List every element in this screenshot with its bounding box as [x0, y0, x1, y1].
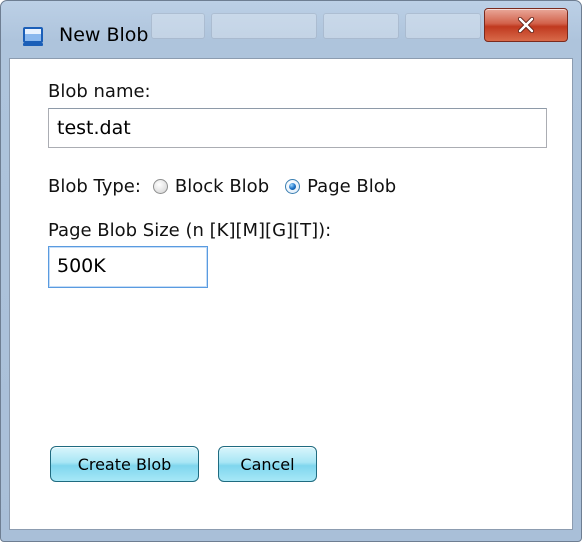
cancel-button[interactable]: Cancel	[218, 446, 317, 482]
close-x-icon	[517, 17, 535, 33]
title-bar[interactable]: New Blob	[1, 1, 581, 57]
new-blob-dialog: New Blob Blob name: test.dat Blob Type: …	[0, 0, 582, 542]
blob-type-group: Blob Type: Block Blob Page Blob	[48, 171, 396, 201]
radio-checked-icon	[285, 178, 301, 194]
background-toolbar-ghost	[323, 13, 399, 39]
blob-name-input[interactable]: test.dat	[48, 108, 547, 148]
blob-name-label: Blob name:	[48, 81, 151, 102]
background-toolbar-ghost	[151, 13, 205, 39]
radio-unchecked-icon	[152, 178, 168, 194]
window-icon	[23, 27, 43, 46]
radio-block-blob-label: Block Blob	[174, 175, 270, 197]
page-size-label: Page Blob Size (n [K][M][G][T]):	[48, 220, 332, 241]
create-blob-button[interactable]: Create Blob	[50, 446, 199, 482]
radio-page-blob[interactable]: Page Blob	[285, 176, 396, 197]
close-button[interactable]	[484, 8, 568, 42]
background-toolbar-ghost	[211, 13, 317, 39]
window-title: New Blob	[59, 24, 149, 46]
blob-type-label: Blob Type:	[48, 175, 141, 197]
radio-page-blob-label: Page Blob	[307, 175, 397, 197]
dialog-content: Blob name: test.dat Blob Type: Block Blo…	[9, 58, 573, 530]
page-size-input[interactable]: 500K	[48, 246, 208, 288]
background-toolbar-ghost	[405, 13, 481, 39]
radio-block-blob[interactable]: Block Blob	[152, 175, 270, 197]
